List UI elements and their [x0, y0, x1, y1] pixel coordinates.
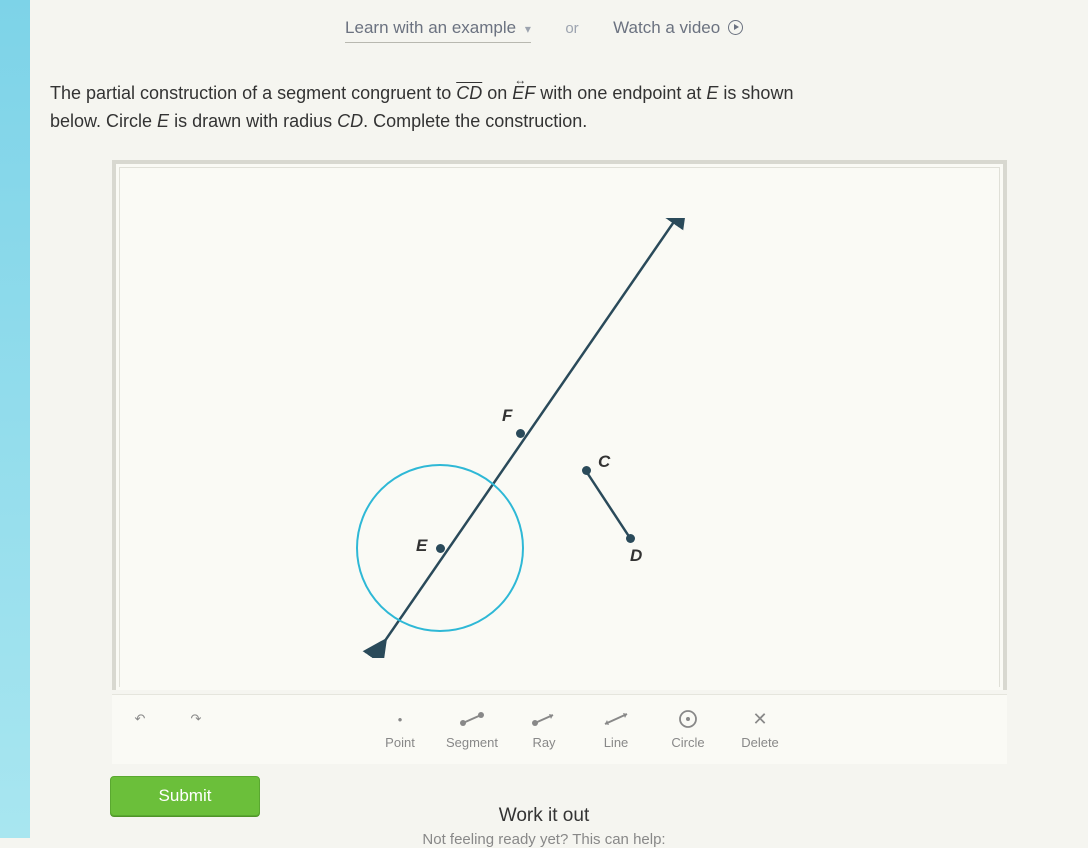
q-part: is drawn with radius: [169, 111, 337, 131]
label-e: E: [416, 536, 427, 556]
radius-cd: CD: [337, 111, 363, 131]
ray-label: Ray: [532, 735, 555, 750]
delete-icon: ✕: [752, 709, 767, 729]
line-tool[interactable]: Line: [580, 709, 652, 750]
segment-cd: CD: [456, 83, 482, 103]
line-ef-symbol: EF: [512, 83, 535, 103]
not-feeling-ready: Not feeling ready yet? This can help:: [0, 831, 1088, 848]
line-label: Line: [604, 735, 629, 750]
q-part: with one endpoint at: [535, 83, 706, 103]
submit-label: Submit: [159, 786, 212, 806]
watch-video-link[interactable]: Watch a video: [613, 18, 743, 37]
ray-icon: [530, 709, 558, 729]
circle-label: Circle: [671, 735, 704, 750]
learn-example-label: Learn with an example: [345, 18, 516, 37]
point-e: E: [706, 83, 718, 103]
top-help-links: Learn with an example ▾ or Watch a video: [0, 18, 1088, 43]
redo-icon: ↷: [191, 709, 202, 729]
learn-example-link[interactable]: Learn with an example ▾: [345, 18, 531, 43]
chevron-down-icon: ▾: [525, 22, 531, 36]
point-tool[interactable]: • Point: [364, 709, 436, 750]
q-part: is shown: [718, 83, 793, 103]
point-f-dot[interactable]: [516, 429, 525, 438]
undo-button[interactable]: ↶ Undo: [112, 709, 168, 750]
segment-tool[interactable]: Segment: [436, 709, 508, 750]
question-text: The partial construction of a segment co…: [50, 80, 1048, 136]
line-icon: [602, 709, 630, 729]
label-d: D: [630, 546, 642, 566]
diagram: E F C D: [120, 168, 999, 687]
circle-e-ref: E: [157, 111, 169, 131]
segment-icon: [458, 709, 486, 729]
work-it-out: Work it out: [0, 805, 1088, 827]
redo-button[interactable]: ↷ Redo: [168, 709, 224, 750]
label-f: F: [502, 406, 512, 426]
canvas-inner: E F C D: [119, 167, 1000, 687]
point-d-dot[interactable]: [626, 534, 635, 543]
point-label: Point: [385, 735, 415, 750]
q-part: . Complete the construction.: [363, 111, 587, 131]
q-part: The partial construction of a segment co…: [50, 83, 456, 103]
construction-canvas[interactable]: E F C D: [112, 160, 1007, 690]
q-part: below. Circle: [50, 111, 157, 131]
q-part: on: [482, 83, 512, 103]
footer-text: Work it out Not feeling ready yet? This …: [0, 805, 1088, 848]
segment-label: Segment: [446, 735, 498, 750]
delete-label: Delete: [741, 735, 779, 750]
point-c-dot[interactable]: [582, 466, 591, 475]
undo-icon: ↶: [135, 709, 146, 729]
or-text: or: [565, 20, 578, 37]
circle-tool[interactable]: Circle: [652, 709, 724, 750]
circle-icon: [677, 709, 699, 729]
watch-video-label: Watch a video: [613, 18, 720, 37]
point-icon: •: [398, 709, 403, 729]
left-gradient-bar: [0, 0, 30, 838]
label-c: C: [598, 452, 610, 472]
ray-tool[interactable]: Ray: [508, 709, 580, 750]
toolbar: ↶ Undo ↷ Redo • Point Segment Ray Line C…: [112, 694, 1007, 764]
point-e-dot[interactable]: [436, 544, 445, 553]
delete-tool[interactable]: ✕ Delete: [724, 709, 796, 750]
play-icon: [728, 20, 743, 35]
